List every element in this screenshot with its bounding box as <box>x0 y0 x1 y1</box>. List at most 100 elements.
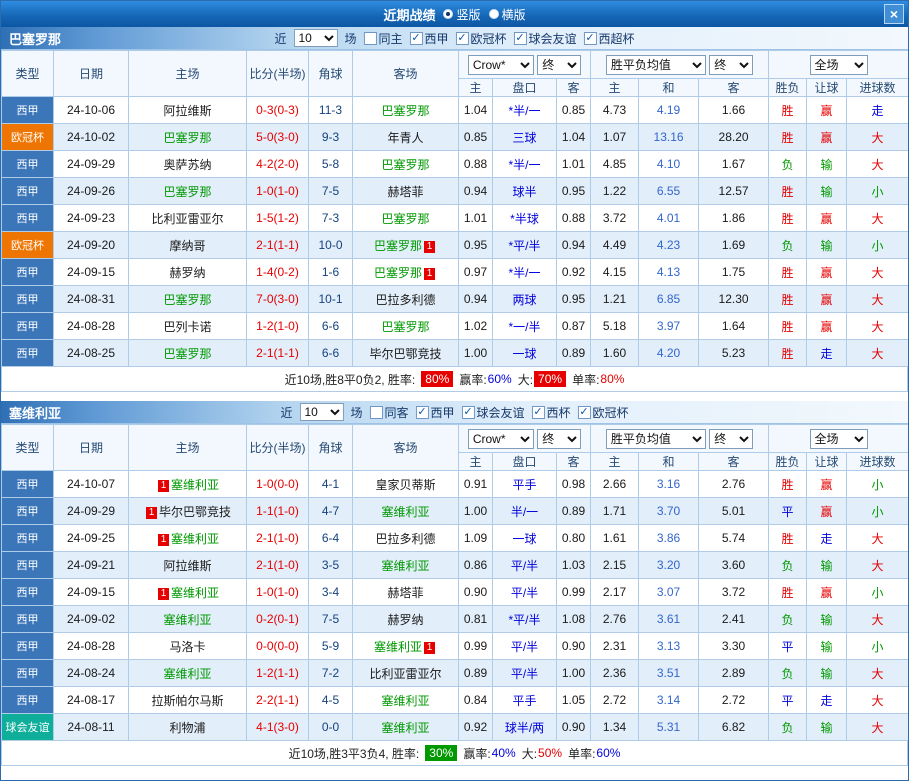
close-button[interactable]: × <box>884 4 904 24</box>
cell-handicap: *半球 <box>493 205 557 232</box>
title-group: 近期战绩 竖版 横版 <box>383 5 525 24</box>
cell-home-team: 1塞维利亚 <box>129 579 247 606</box>
scope-select[interactable]: 全场 <box>810 429 868 449</box>
cell-avg-draw: 4.19 <box>639 97 699 124</box>
cell-home-team: 巴塞罗那 <box>129 178 247 205</box>
cell-corner: 9-3 <box>309 124 353 151</box>
cell-home-team: 1塞维利亚 <box>129 525 247 552</box>
cell-goals-result: 大 <box>847 687 909 714</box>
cell-date: 24-09-25 <box>54 525 129 552</box>
avg-type-select[interactable]: 胜平负均值 <box>606 55 706 75</box>
layout-radio-horizontal[interactable]: 横版 <box>489 6 526 23</box>
cell-avg-home: 2.66 <box>591 471 639 498</box>
cell-away-team: 塞维利亚1 <box>353 633 459 660</box>
cell-odds-home: 0.90 <box>459 579 493 606</box>
cell-avg-away: 3.60 <box>699 552 769 579</box>
cell-home-team: 巴塞罗那 <box>129 340 247 367</box>
cell-score: 4-1(3-0) <box>247 714 309 741</box>
checkbox-supercopa[interactable]: 西超杯 <box>584 30 635 47</box>
bookmaker-select[interactable]: Crow* <box>468 429 534 449</box>
cell-odds-home: 0.84 <box>459 687 493 714</box>
card-badge-icon: 1 <box>424 268 435 280</box>
sub-col-goals: 进球数 <box>847 79 909 97</box>
dialog-title: 近期战绩 <box>383 5 435 24</box>
cell-corner: 5-8 <box>309 151 353 178</box>
col-header-away: 客场 <box>353 51 459 97</box>
cell-handicap-result: 输 <box>807 178 847 205</box>
cell-odds-home: 1.00 <box>459 340 493 367</box>
cell-avg-draw: 4.01 <box>639 205 699 232</box>
cell-date: 24-10-06 <box>54 97 129 124</box>
cell-date: 24-09-20 <box>54 232 129 259</box>
cell-odds-home: 1.02 <box>459 313 493 340</box>
checkbox-icon <box>578 406 591 419</box>
odds-stage-select[interactable]: 终 <box>537 55 581 75</box>
checkbox-ucl[interactable]: 欧冠杯 <box>456 30 507 47</box>
checkbox-friendly[interactable]: 球会友谊 <box>514 30 577 47</box>
checkbox-same-away[interactable]: 同客 <box>369 404 408 421</box>
checkbox-icon <box>532 406 545 419</box>
over-rate-label: 大: <box>518 371 533 388</box>
cell-avg-away: 1.67 <box>699 151 769 178</box>
radio-unselected-icon <box>489 9 499 19</box>
cell-odds-home: 0.95 <box>459 232 493 259</box>
cell-avg-away: 6.82 <box>699 714 769 741</box>
cell-handicap-result: 赢 <box>807 579 847 606</box>
cell-avg-draw: 3.51 <box>639 660 699 687</box>
cell-result: 负 <box>769 552 807 579</box>
cell-away-team: 赫塔菲 <box>353 579 459 606</box>
checkbox-label: 球会友谊 <box>529 30 577 47</box>
avg-stage-select[interactable]: 终 <box>709 55 753 75</box>
cell-competition: 西甲 <box>2 498 54 525</box>
cell-handicap-result: 输 <box>807 232 847 259</box>
layout-radio-vertical[interactable]: 竖版 <box>443 6 480 23</box>
cell-odds-away: 0.94 <box>557 232 591 259</box>
cell-avg-draw: 3.14 <box>639 687 699 714</box>
match-count-select[interactable]: 10 <box>299 403 343 421</box>
checkbox-laliga[interactable]: 西甲 <box>415 404 454 421</box>
cell-result: 胜 <box>769 313 807 340</box>
odds-stage-select[interactable]: 终 <box>537 429 581 449</box>
scope-select[interactable]: 全场 <box>810 55 868 75</box>
cell-score: 1-4(0-2) <box>247 259 309 286</box>
cell-home-team: 巴塞罗那 <box>129 286 247 313</box>
cell-handicap: 平手 <box>493 687 557 714</box>
checkbox-ucl[interactable]: 欧冠杯 <box>578 404 629 421</box>
match-row: 西甲24-08-28巴列卡诺1-2(1-0)6-6巴塞罗那1.02*一/半0.8… <box>2 313 909 340</box>
checkbox-icon <box>369 406 382 419</box>
cell-home-team: 拉斯帕尔马斯 <box>129 687 247 714</box>
col-header-date: 日期 <box>54 51 129 97</box>
cell-handicap-result: 走 <box>807 687 847 714</box>
checkbox-copa[interactable]: 西杯 <box>532 404 571 421</box>
avg-type-select[interactable]: 胜平负均值 <box>606 429 706 449</box>
cell-away-team: 巴塞罗那1 <box>353 232 459 259</box>
cell-result: 胜 <box>769 579 807 606</box>
bookmaker-select[interactable]: Crow* <box>468 55 534 75</box>
cell-corner: 7-5 <box>309 178 353 205</box>
sub-col-handicap: 盘口 <box>493 79 557 97</box>
sub-col-cover: 让球 <box>807 79 847 97</box>
cell-away-team: 巴拉多利德 <box>353 286 459 313</box>
checkbox-same-home[interactable]: 同主 <box>363 30 402 47</box>
cell-score: 0-2(0-1) <box>247 606 309 633</box>
match-row: 球会友谊24-08-11利物浦4-1(3-0)0-0塞维利亚0.92球半/两0.… <box>2 714 909 741</box>
match-count-select[interactable]: 10 <box>293 29 337 47</box>
cell-corner: 6-6 <box>309 313 353 340</box>
cover-rate-label: 赢率: <box>459 371 486 388</box>
summary-record: 近10场,胜3平3负4, 胜率: <box>289 745 420 762</box>
cell-avg-draw: 3.70 <box>639 498 699 525</box>
cell-away-team: 塞维利亚 <box>353 552 459 579</box>
cell-odds-home: 1.01 <box>459 205 493 232</box>
checkbox-laliga[interactable]: 西甲 <box>409 30 448 47</box>
cell-away-team: 巴拉多利德 <box>353 525 459 552</box>
cell-competition: 欧冠杯 <box>2 124 54 151</box>
avg-stage-select[interactable]: 终 <box>709 429 753 449</box>
sub-col-avg-away: 客 <box>699 453 769 471</box>
cell-score: 0-3(0-3) <box>247 97 309 124</box>
cell-result: 平 <box>769 687 807 714</box>
cell-handicap: *半/一 <box>493 151 557 178</box>
cell-corner: 6-4 <box>309 525 353 552</box>
checkbox-friendly[interactable]: 球会友谊 <box>462 404 525 421</box>
cell-avg-away: 2.72 <box>699 687 769 714</box>
cell-result: 胜 <box>769 124 807 151</box>
